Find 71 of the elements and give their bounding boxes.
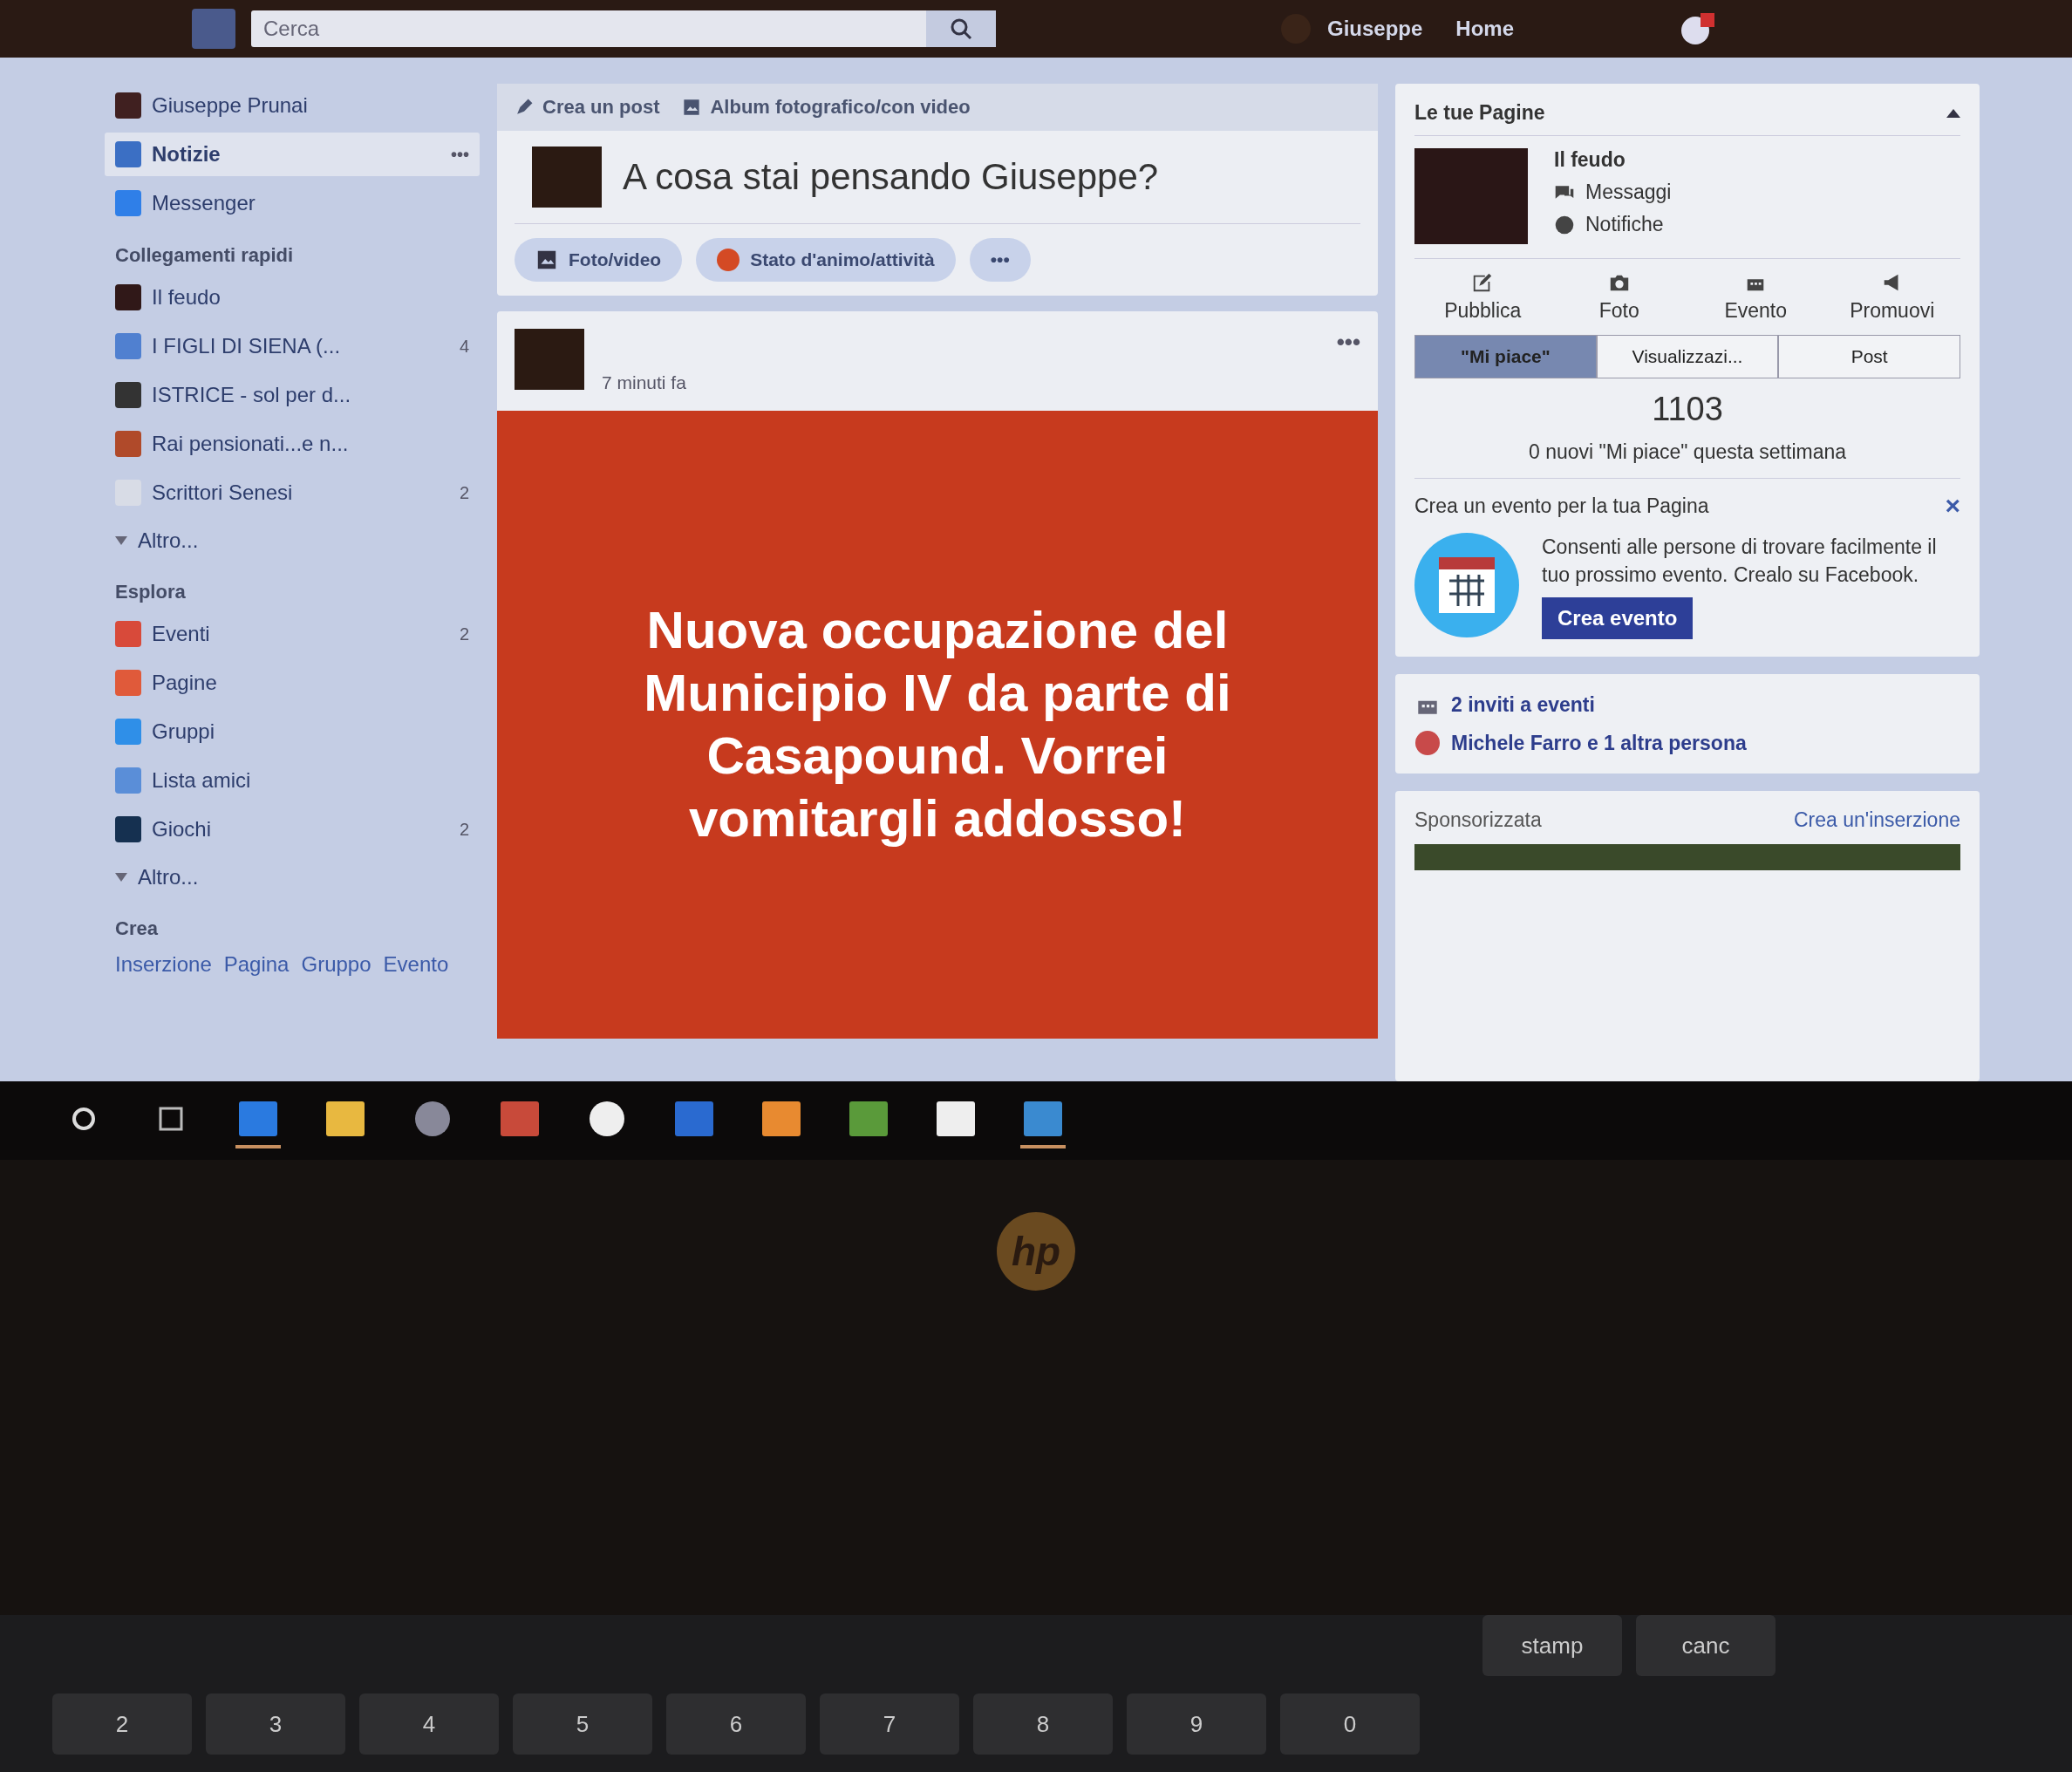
count: 2 <box>459 819 469 840</box>
create-link[interactable]: Pagina <box>223 949 290 980</box>
invites-people[interactable]: Michele Farro e 1 altra persona <box>1451 731 1747 755</box>
keyboard-key[interactable]: 7 <box>820 1694 959 1755</box>
composer-action-button[interactable]: Foto/video <box>515 238 683 282</box>
sidebar-link[interactable]: Altro... <box>138 865 199 889</box>
sidebar-link[interactable]: ISTRICE - sol per d... <box>152 383 351 407</box>
composer-action-button[interactable]: Stato d'animo/attività <box>696 238 956 282</box>
post-time[interactable]: 7 minuti fa <box>602 372 686 393</box>
create-event-button[interactable]: Crea evento <box>1542 597 1694 640</box>
composer-tab[interactable]: Album fotografico/con video <box>682 96 971 119</box>
page-name[interactable]: Il feudo <box>1554 148 1672 172</box>
keyboard-key[interactable]: 2 <box>52 1694 192 1755</box>
sidebar-link[interactable]: Altro... <box>138 528 199 553</box>
home-link[interactable]: Home <box>1455 17 1515 41</box>
keyboard-key[interactable]: 5 <box>513 1694 652 1755</box>
stats-tab[interactable]: "Mi piace" <box>1414 335 1597 378</box>
keyboard-key[interactable]: stamp <box>1482 1615 1622 1676</box>
page-link[interactable]: Messaggi <box>1585 181 1672 204</box>
sidebar-link[interactable]: Rai pensionati...e n... <box>152 432 349 456</box>
sidebar-link[interactable]: Il feudo <box>152 285 221 310</box>
promo-title: Crea un evento per la tua Pagina <box>1414 494 1709 518</box>
page-action[interactable]: Pubblica <box>1444 299 1522 323</box>
count: 2 <box>459 624 469 644</box>
card-title: Le tue Pagine <box>1414 101 1545 125</box>
section-title: Collegamenti rapidi <box>114 243 295 268</box>
create-ad-link[interactable]: Crea un'inserzione <box>1793 808 1960 833</box>
count: 4 <box>459 336 469 357</box>
keyboard-key[interactable]: 3 <box>206 1694 345 1755</box>
page-action[interactable]: Foto <box>1598 299 1639 323</box>
likes-note: 0 nuovi "Mi piace" questa settimana <box>1414 440 1960 479</box>
page-action[interactable]: Evento <box>1724 299 1788 323</box>
invites-link[interactable]: 2 inviti a eventi <box>1451 692 1595 717</box>
page-link[interactable]: Notifiche <box>1585 213 1664 236</box>
post-menu[interactable]: ••• <box>1336 329 1360 356</box>
section-title: Esplora <box>114 580 187 604</box>
create-link[interactable]: Gruppo <box>301 949 371 980</box>
search-field[interactable]: Cerca <box>251 10 996 47</box>
keyboard-key[interactable]: 4 <box>359 1694 499 1755</box>
composer-prompt[interactable]: A cosa stai pensando Giuseppe? <box>623 156 1159 198</box>
sidebar-link[interactable]: Lista amici <box>152 768 251 793</box>
likes-count: 1103 <box>1651 391 1724 428</box>
sidebar-link[interactable]: Scrittori Senesi <box>152 480 293 505</box>
promo-text: Consenti alle persone di trovare facilmente il tuo prossimo evento. Crealo su Facebook. <box>1542 535 1938 589</box>
sidebar-item[interactable]: Messenger <box>105 181 480 225</box>
sidebar-link[interactable]: Gruppi <box>152 719 215 744</box>
keyboard-key[interactable]: 9 <box>1127 1694 1266 1755</box>
keyboard-key[interactable]: canc <box>1636 1615 1776 1676</box>
keyboard-key[interactable]: 8 <box>973 1694 1113 1755</box>
laptop-logo: hp <box>997 1212 1075 1291</box>
create-link[interactable]: Evento <box>383 949 449 980</box>
sidebar-link[interactable]: I FIGLI DI SIENA (... <box>152 334 341 358</box>
create-link[interactable]: Inserzione <box>115 949 212 980</box>
stats-tab[interactable]: Visualizzazi... <box>1596 335 1779 378</box>
composer-action-button[interactable]: ••• <box>969 238 1031 282</box>
page-action[interactable]: Promuovi <box>1850 299 1935 323</box>
sidebar-item[interactable]: Notizie ••• <box>105 133 480 176</box>
stats-tab[interactable]: Post <box>1778 335 1960 378</box>
sidebar-link[interactable]: Giochi <box>152 817 212 842</box>
section-title: Crea <box>114 917 159 941</box>
keyboard-key[interactable]: 0 <box>1280 1694 1420 1755</box>
profile-link[interactable]: Giuseppe <box>1327 17 1423 41</box>
composer-tab[interactable]: Crea un post <box>515 96 660 119</box>
sidebar-link[interactable]: Pagine <box>152 671 217 695</box>
keyboard-key[interactable]: 6 <box>666 1694 806 1755</box>
close-button[interactable]: × <box>1945 491 1960 521</box>
sidebar-link[interactable]: Eventi <box>152 622 210 646</box>
count: 2 <box>459 482 469 503</box>
profile-name[interactable]: Giuseppe Prunai <box>152 93 308 118</box>
sponsored-title: Sponsorizzata <box>1414 808 1542 833</box>
post-text: Nuova occupazione del Municipio IV da parte di Casapound. Vorrei vomitargli addosso! <box>643 600 1232 849</box>
